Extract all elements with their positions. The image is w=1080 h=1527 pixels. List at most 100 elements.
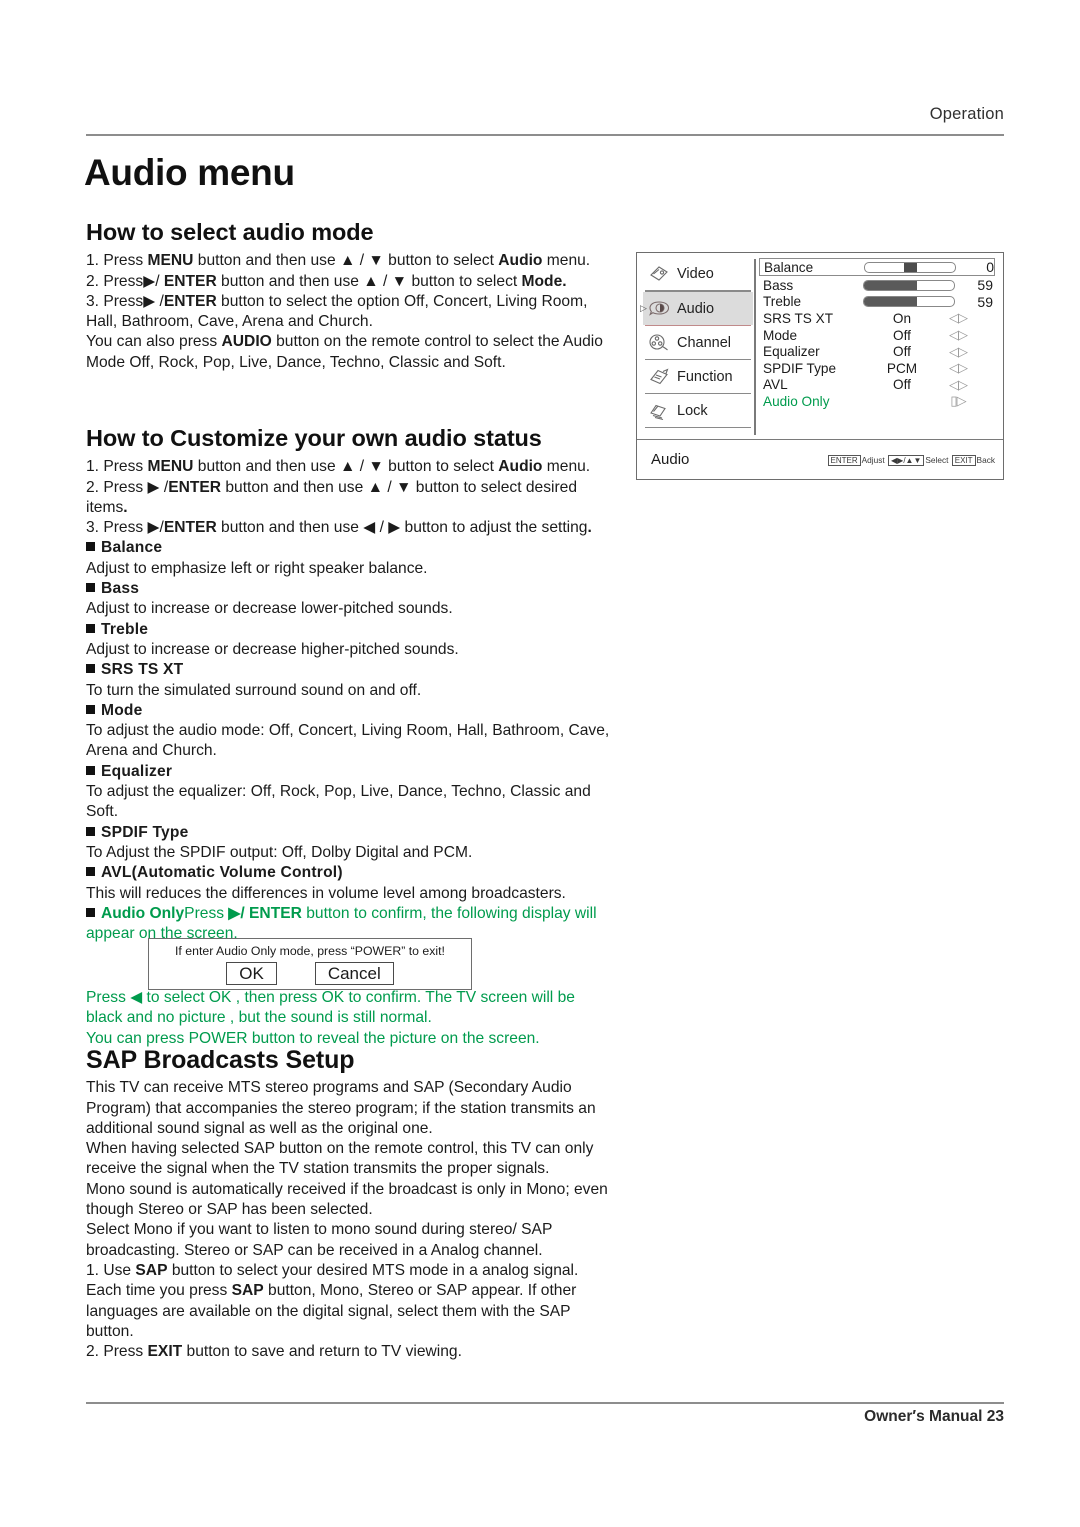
glossary-term: AVL(Automatic Volume Control) bbox=[86, 863, 610, 883]
section-label: Operation bbox=[929, 105, 1004, 123]
channel-icon bbox=[647, 332, 671, 354]
osd-slider[interactable] bbox=[863, 296, 963, 308]
glossary-term-label: Equalizer bbox=[101, 762, 173, 780]
glossary-term: Balance bbox=[86, 538, 610, 558]
heading-select-audio-mode: How to select audio mode bbox=[86, 219, 374, 245]
osd-row-value: 59 bbox=[977, 293, 993, 310]
page-header: Operation bbox=[86, 105, 1004, 124]
glossary-definition: This will reduces the differences in vol… bbox=[86, 884, 566, 902]
left-right-arrows-icon[interactable]: ◁▷ bbox=[941, 377, 975, 393]
section-select-audio-mode: How to select audio mode 1. Press MENU b… bbox=[86, 219, 610, 373]
heading-customize-audio: How to Customize your own audio status bbox=[86, 425, 542, 451]
osd-row-value: Off bbox=[893, 327, 911, 343]
glossary-term-label: SRS TS XT bbox=[101, 661, 184, 679]
osd-sidebar-item-audio[interactable]: ▷ Audio bbox=[640, 292, 753, 325]
section-customize-audio: How to Customize your own audio status 1… bbox=[86, 425, 610, 944]
osd-row-avl[interactable]: AVL Off ◁▷ bbox=[763, 377, 995, 394]
osd-sidebar-label: Lock bbox=[677, 402, 708, 419]
osd-body: Video ▷ Audio Channel Function Lock Balance 0 B… bbox=[637, 253, 1003, 441]
nav-key-badge: ◀▶/▲▼ bbox=[888, 454, 925, 466]
audio-only-text-a: Press bbox=[184, 904, 229, 922]
osd-footer-label: Audio bbox=[651, 451, 690, 468]
sap-paragraph: 2. Press EXIT button to save and return … bbox=[86, 1343, 462, 1361]
enter-key-badge: ENTER bbox=[827, 454, 861, 466]
slider-fill bbox=[864, 280, 918, 290]
osd-sidebar-label: Audio bbox=[677, 300, 715, 317]
osd-row-spdif-type[interactable]: SPDIF Type PCM ◁▷ bbox=[763, 360, 995, 377]
glossary-term-label: Bass bbox=[101, 580, 140, 598]
step-text: 2. Press ▶ /ENTER button and then use ▲ … bbox=[86, 478, 578, 516]
step-text: 3. Press▶ /ENTER button to select the op… bbox=[86, 292, 588, 331]
left-right-arrows-icon[interactable]: ▯▷ bbox=[941, 393, 975, 409]
audio-only-followup: Press ◀ to select OK , then press OK to … bbox=[86, 988, 610, 1049]
osd-row-value: 0 bbox=[986, 259, 994, 275]
osd-slider[interactable] bbox=[863, 279, 963, 291]
osd-row-label: SRS TS XT bbox=[763, 310, 833, 326]
sap-paragraph: This TV can receive MTS stereo programs … bbox=[86, 1079, 596, 1137]
glossary-term-label: SPDIF Type bbox=[101, 823, 189, 841]
osd-sidebar-item-channel[interactable]: Channel bbox=[643, 326, 753, 359]
cancel-button[interactable]: Cancel bbox=[314, 962, 394, 985]
left-right-arrows-icon[interactable]: ◁▷ bbox=[941, 310, 975, 326]
glossary-definition: To Adjust the SPDIF output: Off, Dolby D… bbox=[86, 843, 473, 861]
glossary-term-label: Balance bbox=[101, 539, 163, 557]
left-right-arrows-icon[interactable]: ◁▷ bbox=[941, 327, 975, 343]
osd-row-label: Bass bbox=[763, 277, 794, 293]
glossary-term-label: AVL(Automatic Volume Control) bbox=[101, 864, 343, 882]
glossary-definition: Adjust to increase or decrease lower-pit… bbox=[86, 600, 453, 618]
sap-paragraph: Select Mono if you want to listen to mon… bbox=[86, 1221, 553, 1259]
slider-knob[interactable] bbox=[904, 262, 917, 272]
chevron-right-icon: ▷ bbox=[640, 303, 647, 313]
glossary-definition: Adjust to emphasize left or right speake… bbox=[86, 559, 428, 577]
bullet-square bbox=[86, 867, 95, 877]
page-footer: Owner′s Manual 23 bbox=[864, 1408, 1004, 1425]
glossary-term-label: Mode bbox=[101, 701, 143, 719]
osd-slider[interactable] bbox=[864, 261, 964, 273]
osd-vertical-divider bbox=[754, 259, 756, 435]
page-title: Audio menu bbox=[84, 152, 295, 193]
osd-row-equalizer[interactable]: Equalizer Off ◁▷ bbox=[763, 343, 995, 360]
osd-row-label: Treble bbox=[763, 294, 802, 310]
osd-row-audio-only[interactable]: Audio Only ▯▷ bbox=[763, 393, 995, 410]
left-right-arrows-icon[interactable]: ◁▷ bbox=[941, 360, 975, 376]
bullet-square bbox=[86, 583, 95, 593]
osd-sidebar-item-lock[interactable]: Lock bbox=[643, 394, 753, 427]
osd-row-srs-ts-xt[interactable]: SRS TS XT On ◁▷ bbox=[763, 310, 995, 327]
osd-screenshot: Video ▷ Audio Channel Function Lock Balance 0 B… bbox=[636, 252, 1004, 480]
step-text: 1. Press MENU button and then use ▲ / ▼ … bbox=[86, 458, 591, 476]
slider-track bbox=[863, 279, 955, 291]
step-text: 2. Press▶/ ENTER button and then use ▲ /… bbox=[86, 272, 567, 290]
osd-key-hints: ENTER Adjust ◀▶/▲▼ Select EXIT Back bbox=[754, 454, 1003, 466]
bullet-square bbox=[86, 664, 95, 674]
osd-row-label: SPDIF Type bbox=[763, 360, 837, 376]
osd-row-treble[interactable]: Treble 59 bbox=[763, 294, 995, 311]
audio-icon bbox=[647, 298, 671, 320]
audio-only-keys: ▶/ ENTER bbox=[228, 904, 302, 922]
osd-row-balance[interactable]: Balance 0 bbox=[759, 258, 995, 276]
osd-sidebar-item-video[interactable]: Video bbox=[643, 257, 753, 290]
dialog-buttons: OK Cancel bbox=[149, 962, 471, 985]
audio-only-title: Audio Only bbox=[101, 904, 185, 922]
osd-row-bass[interactable]: Bass 59 bbox=[763, 277, 995, 294]
osd-sidebar-label: Function bbox=[677, 368, 733, 385]
glossary-term: Mode bbox=[86, 701, 610, 721]
osd-sidebar-separator bbox=[645, 427, 751, 428]
osd-settings-list: Balance 0 Bass 59 Treble 59 SRS TS XT On ◁▷ Mode O… bbox=[753, 253, 1003, 441]
step-text: You can also press AUDIO button on the r… bbox=[86, 333, 603, 371]
heading-sap-broadcasts: SAP Broadcasts Setup bbox=[86, 1046, 355, 1074]
osd-sidebar: Video ▷ Audio Channel Function Lock bbox=[637, 253, 753, 441]
glossary-definition: Adjust to increase or decrease higher-pi… bbox=[86, 640, 459, 658]
nav-action-label: Select bbox=[925, 454, 949, 465]
osd-sidebar-label: Video bbox=[677, 265, 714, 282]
osd-sidebar-item-function[interactable]: Function bbox=[643, 360, 753, 393]
glossary-definition: To adjust the audio mode: Off, Concert, … bbox=[86, 722, 610, 760]
glossary-term: Treble bbox=[86, 620, 610, 640]
bullet-square bbox=[86, 704, 95, 714]
osd-footer: Audio ENTER Adjust ◀▶/▲▼ Select EXIT Back bbox=[637, 439, 1003, 479]
left-right-arrows-icon[interactable]: ◁▷ bbox=[941, 344, 975, 360]
osd-row-mode[interactable]: Mode Off ◁▷ bbox=[763, 327, 995, 344]
ok-button[interactable]: OK bbox=[226, 962, 277, 985]
osd-row-label: Equalizer bbox=[763, 344, 820, 360]
osd-row-label: Balance bbox=[764, 259, 814, 275]
lock-icon bbox=[647, 400, 671, 422]
